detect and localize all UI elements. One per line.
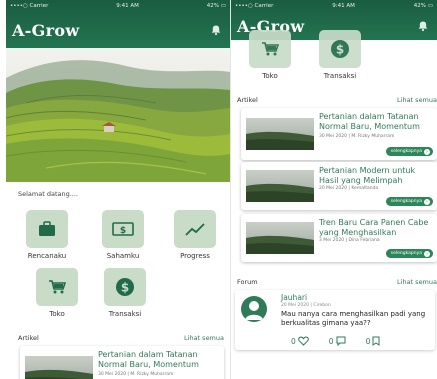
menu-transaksi[interactable]: $ Transaksi [319, 30, 361, 80]
menu-toko[interactable]: Toko [36, 268, 78, 318]
post-actions: 0 0 0 [291, 336, 380, 346]
read-more-button[interactable]: selengkapnya › [385, 197, 433, 206]
app-title: A-Grow [12, 20, 80, 40]
comment-icon [336, 336, 346, 346]
post-text: Mau nanya cara menghasilkan padi yang be… [281, 310, 426, 327]
articles-title: Artikel [18, 334, 39, 342]
menu-progress[interactable]: Progress [174, 210, 216, 260]
clock-label: 9:41 AM [116, 3, 139, 9]
menu-label: Transaksi [323, 72, 357, 80]
menu-label: Rencanaku [27, 252, 67, 260]
home-screen: ••••○ Carrier 9:41 AM 42% ▭ A-Grow Selam… [6, 0, 230, 379]
articles-see-all-link[interactable]: Lihat semua [184, 334, 224, 342]
transaksi-tile[interactable]: $ [104, 268, 146, 306]
articles-see-all-link[interactable]: Lihat semua [397, 96, 437, 104]
article-card[interactable]: Pertanian dalam Tatanan Normal Baru, Mom… [241, 108, 437, 160]
progress-tile[interactable] [174, 210, 216, 248]
arrow-right-icon: › [424, 198, 430, 205]
article-thumbnail-image [246, 118, 314, 150]
greeting-text: Selamat datang.... [18, 190, 78, 198]
dollar-coin-icon: $ [331, 40, 349, 58]
clock-label: 9:41 AM [332, 3, 355, 9]
forum-title: Forum [237, 278, 258, 286]
menu-label: Transaksi [108, 310, 142, 318]
home-screen-scrolled: ••••○ Carrier 9:41 AM 42% ▭ A-Grow Toko … [230, 0, 437, 379]
transaksi-tile[interactable]: $ [319, 30, 361, 68]
articles-header: Artikel Lihat semua [18, 334, 224, 342]
bookmark-icon [372, 336, 380, 346]
carrier-label: ••••○ Carrier [235, 3, 274, 9]
save-count: 0 [365, 336, 371, 346]
forum-post-card[interactable]: Jauhari 20 Mei 2020 | Cirebon Mau nanya … [235, 290, 435, 350]
cart-icon [262, 42, 279, 56]
toko-tile[interactable] [249, 30, 291, 68]
svg-text:$: $ [121, 281, 129, 295]
post-meta: 20 Mei 2020 | Cirebon [281, 303, 331, 308]
carrier-label: ••••○ Carrier [10, 3, 49, 9]
status-bar: ••••○ Carrier 9:41 AM 42% ▭ [6, 0, 230, 12]
article-meta: 30 Mei 2020 | M. Rizky Muharram [319, 134, 395, 139]
menu-label: Toko [49, 310, 65, 318]
toko-tile[interactable] [36, 268, 78, 306]
forum-header: Forum Lihat semua [237, 278, 437, 286]
heart-icon [297, 336, 309, 346]
like-button[interactable]: 0 [291, 336, 309, 346]
banknote-icon: $ [112, 222, 134, 236]
article-title: Pertanian dalam Tatanan Normal Baru, Mom… [98, 350, 199, 369]
menu-label: Progress [180, 252, 210, 260]
article-card[interactable]: Tren Baru Cara Panen Cabe yang Menghasil… [241, 214, 437, 262]
read-more-button[interactable]: selengkapnya › [385, 249, 433, 258]
briefcase-icon [39, 221, 55, 236]
notification-bell-icon[interactable] [417, 20, 429, 32]
article-title: Pertanian dalam Tatanan Normal Baru, Mom… [319, 112, 420, 131]
arrow-right-icon: › [424, 250, 430, 257]
menu-label: Toko [262, 72, 278, 80]
like-count: 0 [291, 336, 296, 346]
svg-text:$: $ [336, 43, 344, 57]
forum-see-all-link[interactable]: Lihat semua [397, 278, 437, 286]
article-thumbnail-image [246, 222, 314, 254]
arrow-right-icon: › [424, 148, 430, 155]
article-thumbnail-image [25, 356, 93, 379]
rice-terrace-hero-image [6, 48, 230, 182]
article-meta: 30 Mei 2020 | M. Rizky Muharram [98, 372, 174, 377]
notification-bell-icon[interactable] [210, 24, 222, 36]
post-author: Jauhari [281, 293, 308, 302]
comment-button[interactable]: 0 [329, 336, 346, 346]
article-thumbnail-image [246, 170, 314, 202]
article-card[interactable]: Pertanian dalam Tatanan Normal Baru, Mom… [20, 346, 224, 379]
sahamku-tile[interactable]: $ [102, 210, 144, 248]
menu-transaksi[interactable]: $ Transaksi [104, 268, 146, 318]
articles-title: Artikel [237, 96, 258, 104]
save-button[interactable]: 0 [366, 336, 381, 346]
articles-header: Artikel Lihat semua [237, 96, 437, 104]
article-title: Pertanian Modern untuk Hasil yang Melimp… [319, 166, 416, 185]
cart-icon [49, 280, 66, 294]
rencanaku-tile[interactable] [26, 210, 68, 248]
user-avatar-icon [241, 296, 267, 322]
article-title: Tren Baru Cara Panen Cabe yang Menghasil… [319, 218, 429, 237]
status-bar: ••••○ Carrier 9:41 AM 42% ▭ [231, 0, 437, 12]
article-card[interactable]: Pertanian Modern untuk Hasil yang Melimp… [241, 162, 437, 210]
battery-label: 42% ▭ [206, 3, 226, 9]
menu-sahamku[interactable]: $ Sahamku [102, 210, 144, 260]
article-meta: 3 Mei 2020 | Dina Febriana [319, 238, 380, 243]
article-meta: 20 Mei 2020 | Kemaltanda [319, 186, 379, 191]
menu-toko[interactable]: Toko [249, 30, 291, 80]
menu-label: Sahamku [106, 252, 140, 260]
svg-text:$: $ [120, 226, 126, 236]
comment-count: 0 [328, 336, 334, 346]
read-more-button[interactable]: selengkapnya › [385, 147, 433, 156]
dollar-coin-icon: $ [116, 278, 134, 296]
menu-rencanaku[interactable]: Rencanaku [26, 210, 68, 260]
trend-line-icon [185, 223, 205, 236]
battery-label: 42% ▭ [413, 3, 433, 9]
app-bar: A-Grow [6, 12, 230, 48]
